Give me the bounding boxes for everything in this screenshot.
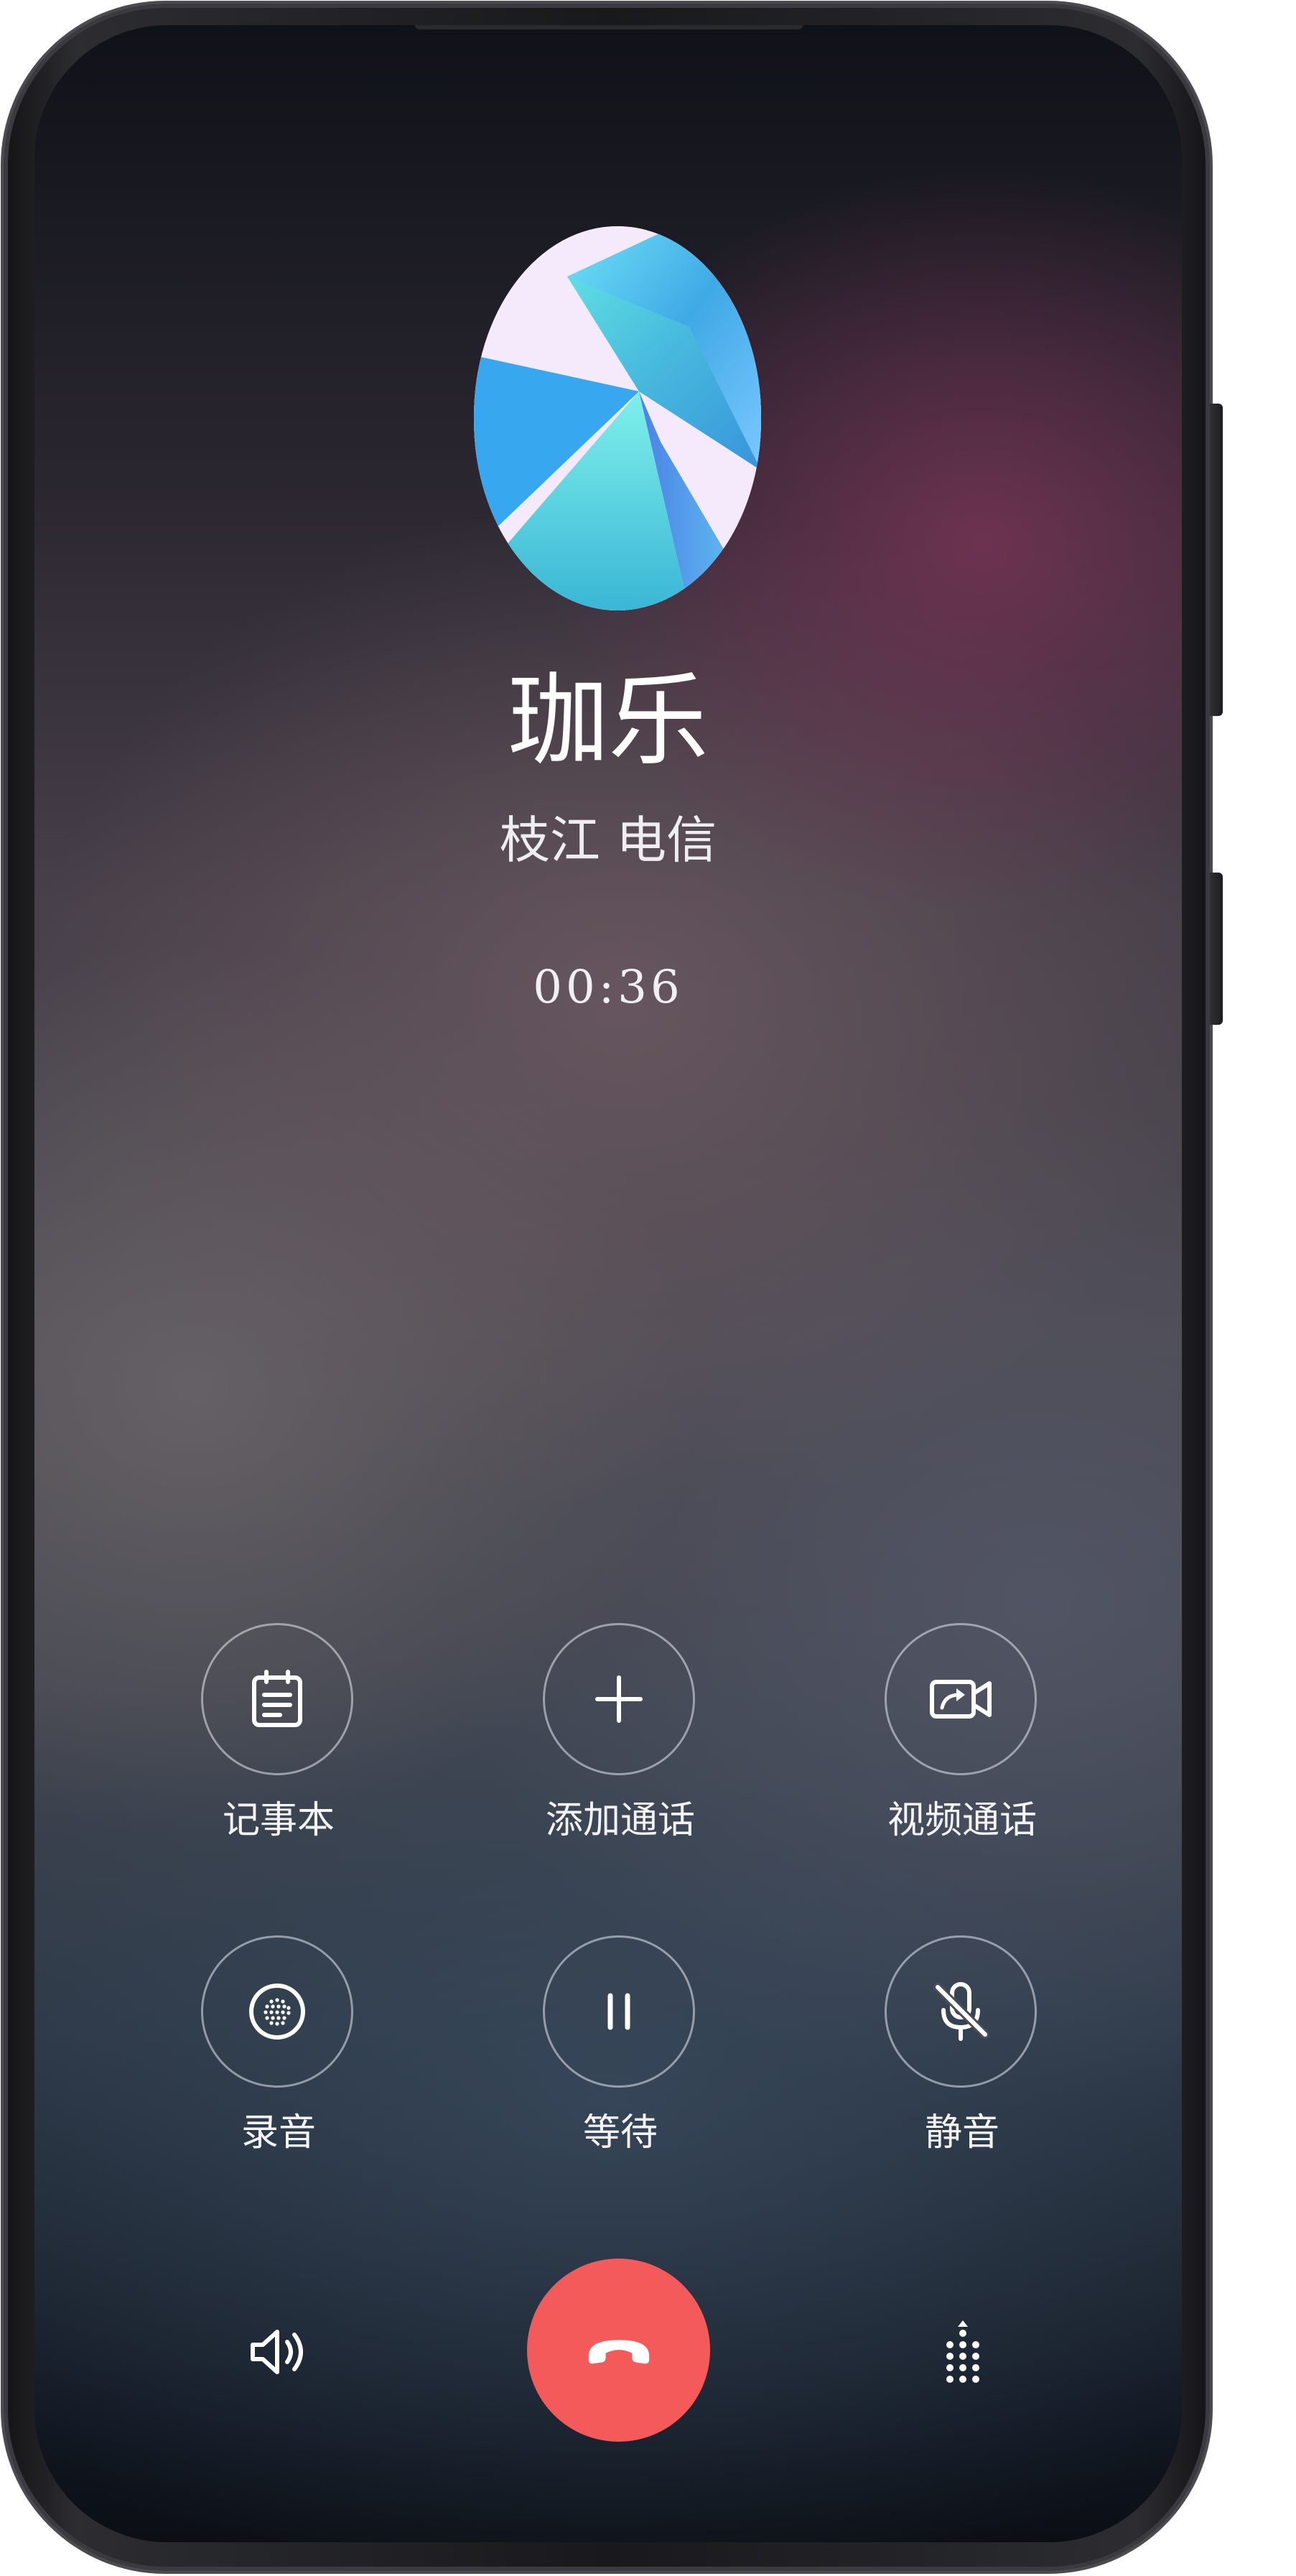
mute-button[interactable] — [885, 1935, 1037, 2088]
mute-label: 静音 — [924, 2111, 999, 2154]
plus-icon — [595, 1675, 643, 1723]
caller-avatar — [474, 226, 761, 610]
dialpad-button[interactable] — [913, 2302, 1013, 2402]
notepad-action[interactable]: 记事本 — [171, 1623, 386, 1853]
caller-location: 枝江 电信 — [499, 811, 717, 870]
video-call-button[interactable] — [885, 1623, 1037, 1775]
hang-up-icon — [588, 2339, 649, 2363]
record-icon — [249, 1984, 305, 2040]
end-call-button[interactable] — [527, 2259, 710, 2442]
speaker-icon — [251, 2330, 303, 2374]
mute-action[interactable]: 静音 — [854, 1935, 1070, 2165]
hold-button[interactable] — [543, 1935, 695, 2088]
notepad-button[interactable] — [201, 1623, 353, 1775]
record-action[interactable]: 录音 — [171, 1935, 386, 2165]
hold-label: 等待 — [582, 2111, 658, 2154]
caller-name: 珈乐 — [507, 663, 709, 780]
dialpad-icon — [946, 2320, 979, 2383]
earpiece — [415, 25, 803, 29]
pause-icon — [607, 1993, 630, 2030]
add-call-button[interactable] — [543, 1623, 695, 1775]
video-call-label: 视频通话 — [887, 1799, 1037, 1842]
add-call-action[interactable]: 添加通话 — [513, 1623, 728, 1853]
video-call-action[interactable]: 视频通话 — [854, 1623, 1070, 1853]
mic-off-icon — [933, 1982, 989, 2041]
notepad-icon — [252, 1670, 302, 1727]
record-button[interactable] — [201, 1935, 353, 2088]
volume-button — [1210, 404, 1223, 716]
power-button — [1210, 873, 1223, 1025]
call-duration: 00:36 — [533, 961, 684, 1014]
hold-action[interactable]: 等待 — [513, 1935, 728, 2165]
notepad-label: 记事本 — [222, 1799, 335, 1842]
video-call-icon — [930, 1680, 992, 1719]
record-label: 录音 — [241, 2111, 316, 2154]
speaker-button[interactable] — [228, 2302, 329, 2402]
call-screen: 珈乐 枝江 电信 00:36 记事本 添加通话 视频通话 录音 等待 静音 — [34, 25, 1182, 2542]
add-call-label: 添加通话 — [545, 1799, 695, 1842]
